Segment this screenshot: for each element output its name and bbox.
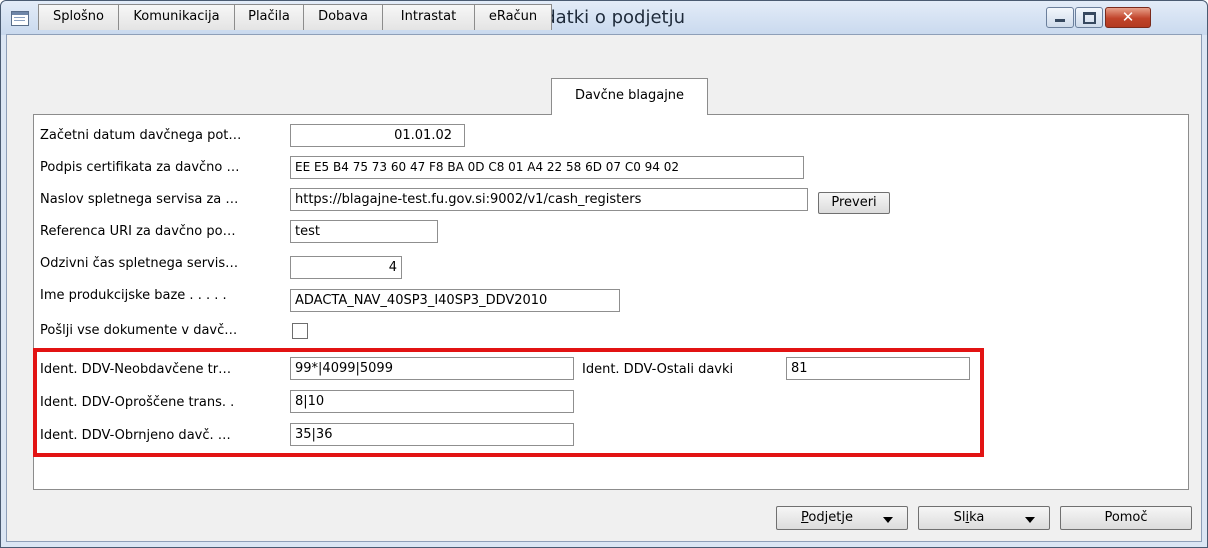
start-date-label: Začetni datum davčnega pot… [40,128,242,143]
uri-reference-field[interactable]: test [290,220,438,243]
vat-untaxed-label: Ident. DDV-Neobdavčene tr… [40,362,232,377]
company-button[interactable]: Podjetje [776,506,908,530]
chevron-down-icon [883,517,893,523]
image-button[interactable]: Slika [918,506,1050,530]
cert-signature-field[interactable]: EE E5 B4 75 73 60 47 F8 BA 0D C8 01 A4 2… [290,156,804,179]
send-all-checkbox[interactable] [292,323,308,339]
maximize-icon [1083,12,1096,24]
image-button-label-start: Sl [953,510,966,525]
tab-davcne-blagajne[interactable]: Davčne blagajne [551,78,708,115]
tab-eracun[interactable]: eRačun [474,4,552,30]
minimize-icon [1055,19,1065,22]
vat-other-label: Ident. DDV-Ostali davki [582,362,734,377]
cert-signature-label: Podpis certifikata za davčno … [40,160,240,175]
vat-other-field[interactable]: 81 [786,357,970,380]
production-db-label: Ime produkcijske baze . . . . . [40,288,227,303]
response-time-label: Odzivni čas spletnega servis… [40,256,239,271]
vat-reverse-field[interactable]: 35|36 [290,423,574,446]
tab-komunikacija[interactable]: Komunikacija [118,4,235,30]
tab-intrastat[interactable]: Intrastat [382,4,475,30]
vat-exempt-field[interactable]: 8|10 [290,390,574,413]
vat-untaxed-field[interactable]: 99*|4099|5099 [290,357,574,380]
response-time-field[interactable]: 4 [290,256,402,279]
tab-splosno[interactable]: Splošno [38,4,119,30]
start-date-field[interactable]: 01.01.02 [290,124,465,147]
tab-dobava[interactable]: Dobava [303,4,383,30]
chevron-down-icon [1025,517,1035,523]
company-button-label: odjetje [808,510,853,525]
production-db-field[interactable]: ADACTA_NAV_40SP3_I40SP3_DDV2010 [290,289,620,312]
check-button[interactable]: Preveri [818,192,890,214]
uri-reference-label: Referenca URI za davčno po… [40,224,236,239]
service-url-label: Naslov spletnega servisa za … [40,192,239,207]
service-url-field[interactable]: https://blagajne-test.fu.gov.si:9002/v1/… [290,188,808,211]
image-button-label-end: ka [969,510,985,525]
close-icon: ✕ [1121,8,1135,26]
minimize-button[interactable] [1046,7,1074,28]
maximize-button[interactable] [1075,7,1103,28]
vat-exempt-label: Ident. DDV-Oproščene trans. . [40,395,235,410]
close-button[interactable]: ✕ [1105,7,1151,28]
send-all-label: Pošlji vse dokumente v davč… [40,323,238,338]
help-button[interactable]: Pomoč [1060,506,1192,530]
tab-placila[interactable]: Plačila [234,4,304,30]
vat-reverse-label: Ident. DDV-Obrnjeno davč. … [40,428,231,443]
